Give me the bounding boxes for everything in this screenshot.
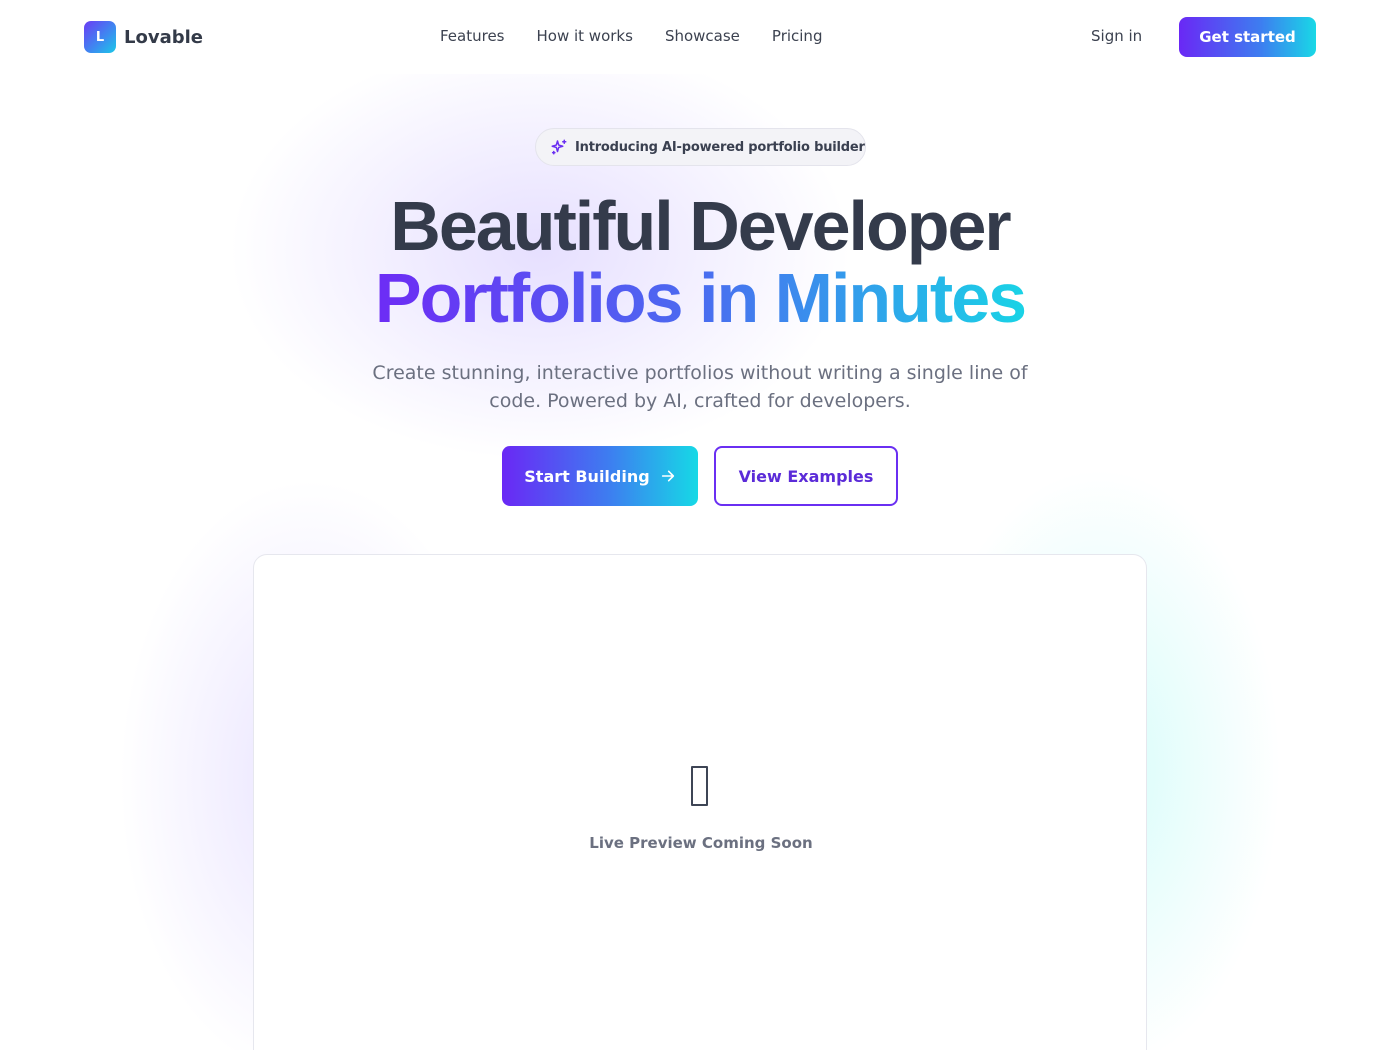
nav-link-showcase[interactable]: Showcase — [665, 27, 740, 45]
start-building-button[interactable]: Start Building — [502, 446, 698, 506]
nav-link-pricing[interactable]: Pricing — [772, 27, 823, 45]
hero-title-gradient-text: Portfolios in Minutes — [374, 259, 1027, 337]
arrow-right-icon — [661, 470, 674, 482]
get-started-button[interactable]: Get started — [1179, 17, 1316, 57]
brand-logo[interactable]: L Lovable — [84, 21, 203, 53]
logo-icon: L — [84, 21, 116, 53]
nav-link-how-it-works[interactable]: How it works — [537, 27, 633, 45]
sparkles-icon — [551, 139, 567, 155]
view-examples-button[interactable]: View Examples — [714, 446, 898, 506]
hero-title-line1: Beautiful Developer — [390, 187, 1011, 265]
hero-subtitle: Create stunning, interactive portfolios … — [372, 362, 1028, 412]
nav-link-features[interactable]: Features — [440, 27, 505, 45]
preview-message: Live Preview Coming Soon — [589, 834, 813, 852]
start-building-label: Start Building — [524, 466, 650, 486]
sign-in-link[interactable]: Sign in — [1091, 27, 1142, 45]
badge-text: Introducing AI-powered portfolio builder — [575, 139, 865, 155]
nav-links: Features How it works Showcase Pricing — [440, 27, 854, 45]
top-navigation: L Lovable Features How it works Showcase… — [0, 0, 1400, 74]
live-preview-card: Live Preview Coming Soon — [253, 554, 1147, 1050]
announcement-badge[interactable]: Introducing AI-powered portfolio builder — [535, 128, 866, 166]
hero-title-line2: Portfolios in Minutes — [0, 258, 1400, 338]
placeholder-glyph-icon — [691, 766, 708, 806]
brand-name: Lovable — [124, 26, 203, 48]
